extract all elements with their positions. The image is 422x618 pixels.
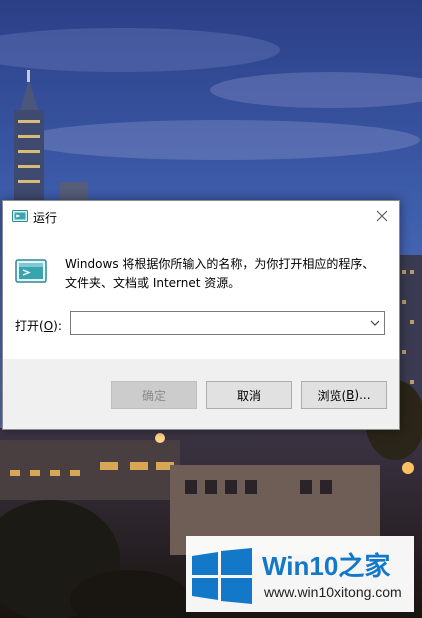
close-button[interactable] xyxy=(365,201,399,231)
open-label-prefix: 打开( xyxy=(15,319,44,333)
open-label-accesskey: O xyxy=(43,319,54,333)
window-title: 运行 xyxy=(33,211,58,225)
watermark: Win10之家 www.win10xitong.com xyxy=(186,536,414,612)
browse-label-prefix: 浏览( xyxy=(317,388,347,403)
dialog-description: Windows 将根据你所输入的名称，为你打开相应的程序、文件夹、文档或 Int… xyxy=(65,257,375,290)
open-label-suffix: ): xyxy=(53,319,62,333)
watermark-title-main: Win10 xyxy=(262,551,339,581)
close-icon xyxy=(376,210,388,222)
browse-label-suffix: )... xyxy=(354,388,371,402)
browse-label-accesskey: B xyxy=(346,388,355,402)
title-bar[interactable]: 运行 xyxy=(3,201,399,231)
windows-logo-icon xyxy=(192,548,252,604)
watermark-title-accent: 之家 xyxy=(338,551,391,581)
run-dialog: 运行 Windows 将根据你所输入的名称，为你打开相应的程序、文件夹、文档或 … xyxy=(2,200,400,430)
open-combobox[interactable] xyxy=(70,311,385,335)
dialog-footer: 确定 取消 浏览(B)... xyxy=(3,359,399,429)
run-large-icon xyxy=(15,259,47,283)
run-icon xyxy=(12,210,28,222)
chevron-down-icon[interactable] xyxy=(370,318,380,328)
watermark-title: Win10之家 xyxy=(262,546,390,583)
ok-button[interactable]: 确定 xyxy=(111,381,197,409)
watermark-url: www.win10xitong.com xyxy=(264,584,402,600)
browse-button[interactable]: 浏览(B)... xyxy=(301,381,387,409)
open-label: 打开(O): xyxy=(15,317,62,334)
cancel-button[interactable]: 取消 xyxy=(206,381,292,409)
